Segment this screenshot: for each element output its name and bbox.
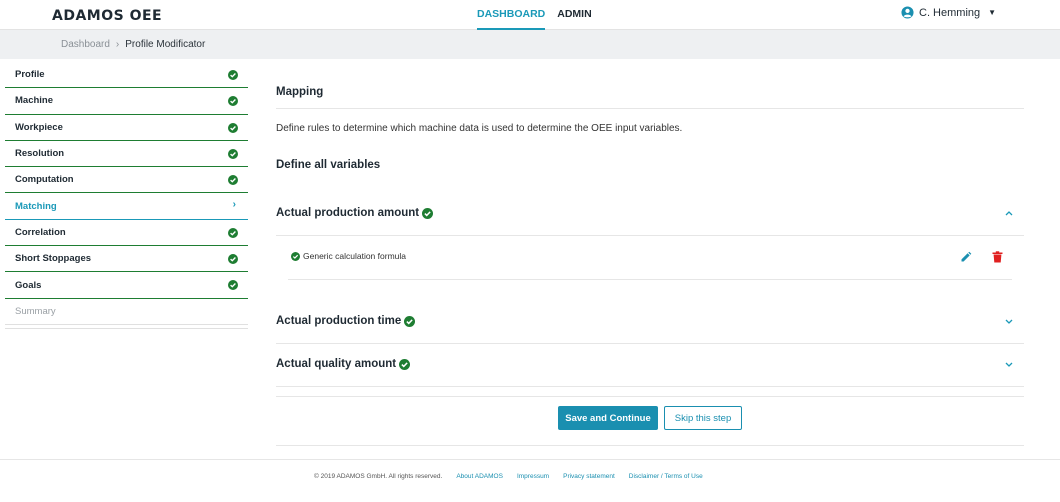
check-circle-icon — [422, 207, 434, 219]
step-short-stoppages[interactable]: Short Stoppages — [5, 246, 248, 273]
breadcrumb: Dashboard › Profile Modificator — [61, 39, 205, 50]
step-summary[interactable]: Summary — [5, 299, 248, 325]
logo[interactable]: ADAMOS OEE — [52, 8, 162, 24]
divider — [276, 396, 1024, 397]
check-circle-icon — [228, 280, 238, 291]
divider — [276, 343, 1024, 344]
chevron-up-icon[interactable] — [1004, 209, 1014, 217]
chevron-right-icon: › — [232, 199, 236, 211]
step-label: Summary — [15, 305, 56, 317]
section-heading: Define all variables — [276, 159, 381, 171]
divider — [276, 108, 1024, 109]
check-circle-icon — [228, 148, 238, 159]
copyright-text: © 2019 ADAMOS GmbH. All rights reserved. — [314, 473, 443, 480]
step-label: Matching — [15, 200, 57, 212]
section-actual-production-time[interactable]: Actual production time — [276, 315, 416, 327]
step-label: Workpiece — [15, 121, 63, 133]
check-circle-icon — [404, 315, 416, 327]
footer: © 2019 ADAMOS GmbH. All rights reserved.… — [0, 459, 1060, 502]
top-bar: ADAMOS OEE DASHBOARD ADMIN C. Hemming ▼ — [0, 0, 1060, 30]
section-title: Actual production time — [276, 315, 402, 327]
user-circle-icon — [901, 6, 914, 19]
step-goals[interactable]: Goals — [5, 272, 248, 299]
pencil-icon[interactable] — [960, 251, 972, 263]
rule-label: Generic calculation formula — [303, 251, 406, 261]
check-circle-icon — [228, 70, 238, 80]
breadcrumb-current: Profile Modificator — [125, 39, 206, 50]
step-label: Goals — [15, 279, 42, 291]
divider — [276, 445, 1024, 446]
footer-link-privacy[interactable]: Privacy statement — [563, 473, 615, 480]
breadcrumb-dashboard[interactable]: Dashboard — [61, 39, 110, 50]
breadcrumb-bar: Dashboard › Profile Modificator — [0, 30, 1060, 59]
step-label: Short Stoppages — [15, 253, 92, 265]
page-title: Mapping — [276, 86, 324, 98]
check-circle-icon — [291, 251, 300, 261]
main-nav: DASHBOARD ADMIN — [477, 0, 592, 30]
footer-link-disclaimer[interactable]: Disclaimer / Terms of Use — [629, 473, 703, 480]
step-machine[interactable]: Machine — [5, 88, 248, 115]
section-title: Actual quality amount — [276, 358, 397, 370]
trash-icon[interactable] — [992, 251, 1003, 263]
rule-item: Generic calculation formula — [291, 251, 406, 261]
check-circle-icon — [228, 175, 238, 186]
step-matching[interactable]: Matching › — [5, 193, 248, 220]
chevron-down-icon[interactable] — [1004, 317, 1014, 325]
nav-admin[interactable]: ADMIN — [557, 0, 591, 30]
page-description: Define rules to determine which machine … — [276, 123, 683, 134]
chevron-right-icon: › — [115, 39, 120, 50]
section-actual-quality-amount[interactable]: Actual quality amount — [276, 358, 411, 370]
step-resolution[interactable]: Resolution — [5, 141, 248, 168]
step-workpiece[interactable]: Workpiece — [5, 115, 248, 141]
user-menu[interactable]: C. Hemming ▼ — [901, 6, 996, 19]
skip-step-button[interactable]: Skip this step — [664, 406, 742, 430]
save-and-continue-button[interactable]: Save and Continue — [558, 406, 658, 430]
step-label: Correlation — [15, 226, 66, 238]
step-label: Computation — [15, 174, 74, 186]
step-profile[interactable]: Profile — [5, 62, 248, 89]
section-title: Actual production amount — [276, 207, 420, 219]
chevron-down-icon[interactable] — [1004, 360, 1014, 368]
footer-link-impressum[interactable]: Impressum — [517, 473, 549, 480]
check-circle-icon — [399, 358, 411, 370]
rule-row: Generic calculation formula — [288, 236, 1012, 280]
caret-down-icon: ▼ — [988, 8, 997, 17]
check-circle-icon — [228, 254, 238, 265]
step-label: Profile — [15, 69, 45, 81]
section-actual-production-amount[interactable]: Actual production amount — [276, 207, 434, 219]
check-circle-icon — [228, 96, 238, 107]
sidebar-divider — [5, 325, 248, 329]
footer-content: © 2019 ADAMOS GmbH. All rights reserved.… — [314, 473, 703, 480]
divider — [276, 386, 1024, 387]
wizard-steps: Profile Machine Workpiece Resolution Com… — [5, 62, 248, 329]
nav-dashboard[interactable]: DASHBOARD — [477, 0, 546, 30]
step-computation[interactable]: Computation — [5, 167, 248, 194]
step-label: Resolution — [15, 148, 65, 160]
step-correlation[interactable]: Correlation — [5, 220, 248, 247]
footer-link-about[interactable]: About ADAMOS — [456, 473, 503, 480]
step-label: Machine — [15, 95, 54, 107]
check-circle-icon — [228, 227, 238, 238]
check-circle-icon — [228, 122, 238, 133]
user-name: C. Hemming — [919, 6, 981, 19]
